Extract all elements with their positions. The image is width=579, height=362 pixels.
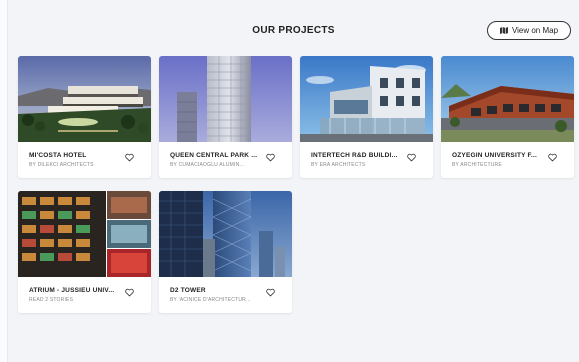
heart-icon[interactable] <box>407 153 416 162</box>
project-card[interactable]: QUEEN CENTRAL PARK ... BY CUMACIAOGLU AL… <box>159 56 292 178</box>
heart-icon[interactable] <box>125 153 134 162</box>
project-image[interactable] <box>18 191 151 277</box>
project-architect: BY CUMACIAOGLU ALUMIN... <box>170 162 245 168</box>
project-name[interactable]: ATRIUM - JUSSIEU UNIV... <box>29 287 121 294</box>
project-image[interactable] <box>300 56 433 142</box>
heart-icon[interactable] <box>125 288 134 297</box>
project-card[interactable]: ATRIUM - JUSSIEU UNIV... READ 2 STORIES <box>18 191 151 313</box>
project-name[interactable]: ÖZYEĞIN UNIVERSITY F... <box>452 152 544 159</box>
project-name[interactable]: QUEEN CENTRAL PARK ... <box>170 152 262 159</box>
map-icon <box>499 27 508 34</box>
project-architect: BY ERA ARCHITECTS <box>311 162 366 168</box>
view-on-map-label: View on Map <box>511 26 559 35</box>
project-image[interactable] <box>159 56 292 142</box>
heart-icon[interactable] <box>266 288 275 297</box>
project-architect: BY 'ACINICE D'ARCHITECTUR... <box>170 297 251 303</box>
project-card[interactable]: ÖZYEĞIN UNIVERSITY F... BY ARCHITECTURE <box>441 56 574 178</box>
project-card[interactable]: D2 TOWER BY 'ACINICE D'ARCHITECTUR... <box>159 191 292 313</box>
project-name[interactable]: D2 TOWER <box>170 287 262 294</box>
project-card[interactable]: MI'COSTA HOTEL BY DILEKCI ARCHITECTS <box>18 56 151 178</box>
project-stories[interactable]: READ 2 STORIES <box>29 297 121 303</box>
project-image[interactable] <box>441 56 574 142</box>
left-panel-edge <box>0 0 8 362</box>
view-on-map-button[interactable]: View on Map <box>487 21 571 40</box>
project-architect: BY ARCHITECTURE <box>452 162 502 168</box>
project-card[interactable]: INTERTECH R&D BUILDI... BY ERA ARCHITECT… <box>300 56 433 178</box>
heart-icon[interactable] <box>266 153 275 162</box>
project-name[interactable]: MI'COSTA HOTEL <box>29 152 121 159</box>
project-name[interactable]: INTERTECH R&D BUILDI... <box>311 152 403 159</box>
heart-icon[interactable] <box>548 153 557 162</box>
project-image[interactable] <box>159 191 292 277</box>
projects-header: OUR PROJECTS View on Map <box>8 18 579 44</box>
project-image[interactable] <box>18 56 151 142</box>
project-architect: BY DILEKCI ARCHITECTS <box>29 162 94 168</box>
